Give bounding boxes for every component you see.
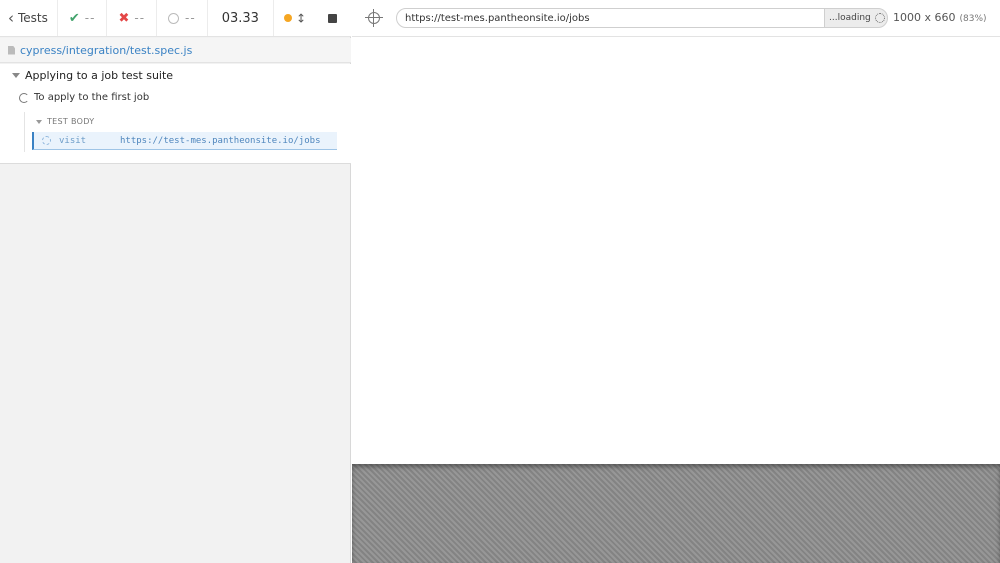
x-icon: ✖: [118, 10, 130, 26]
check-icon: ✔: [68, 10, 80, 26]
suite-title-row[interactable]: Applying to a job test suite: [12, 69, 173, 82]
aut-background: [352, 464, 1000, 563]
caret-down-icon: [12, 73, 20, 78]
loading-label: ...loading: [829, 13, 871, 23]
command-name: visit: [59, 135, 87, 146]
passed-count: ✔ --: [58, 0, 108, 36]
failed-count: ✖ --: [107, 0, 158, 36]
url-bar[interactable]: https://test-mes.pantheonsite.io/jobs: [396, 8, 826, 28]
orange-dot-icon: [283, 14, 292, 23]
chevron-left-icon: ‹: [8, 9, 14, 27]
spec-file-bar: cypress/integration/test.spec.js: [0, 38, 351, 63]
viewport-size: 1000 x 660: [893, 11, 956, 24]
pending-count: --: [157, 0, 208, 36]
app-under-test-iframe[interactable]: [352, 38, 1000, 464]
reporter-stats-bar: ‹ Tests ✔ -- ✖ -- -- 03.33 ↕: [0, 0, 351, 37]
loading-spinner-icon: [874, 13, 885, 23]
caret-down-icon: [36, 119, 42, 124]
runner-panel: https://test-mes.pantheonsite.io/jobs ..…: [352, 0, 1000, 563]
viewport-info[interactable]: 1000 x 660 (83%): [893, 11, 987, 24]
reporter-controls: ↕: [274, 0, 351, 36]
hook-header[interactable]: TEST BODY: [36, 117, 94, 126]
spec-path-link[interactable]: cypress/integration/test.spec.js: [20, 44, 192, 57]
loading-indicator: ...loading: [824, 8, 888, 28]
command-message: https://test-mes.pantheonsite.io/jobs: [120, 135, 321, 146]
runner-header: https://test-mes.pantheonsite.io/jobs ..…: [352, 0, 1000, 37]
command-spinner-icon: [42, 136, 51, 145]
file-icon: [8, 45, 15, 55]
back-label: Tests: [18, 11, 48, 25]
runnables-list: Applying to a job test suite To apply to…: [0, 64, 351, 164]
running-spinner-icon: [19, 92, 29, 103]
suite-title: Applying to a job test suite: [25, 69, 174, 82]
crosshair-icon[interactable]: [365, 9, 383, 27]
circle-icon: [168, 12, 180, 24]
back-to-tests-button[interactable]: ‹ Tests: [0, 0, 58, 36]
hook-label: TEST BODY: [47, 117, 95, 126]
test-title-row[interactable]: To apply to the first job: [19, 92, 149, 103]
command-row-visit[interactable]: visit https://test-mes.pantheonsite.io/j…: [32, 132, 337, 150]
auto-scroll-toggle[interactable]: ↕: [283, 11, 306, 26]
command-log: TEST BODY visit https://test-mes.pantheo…: [24, 112, 337, 152]
test-title: To apply to the first job: [34, 92, 150, 103]
viewport-scale: (83%): [959, 14, 987, 24]
stop-icon[interactable]: [328, 13, 337, 23]
reporter-panel: ‹ Tests ✔ -- ✖ -- -- 03.33 ↕ cypress/int…: [0, 0, 351, 563]
up-down-arrows-icon: ↕: [295, 11, 306, 26]
duration: 03.33: [208, 0, 274, 36]
